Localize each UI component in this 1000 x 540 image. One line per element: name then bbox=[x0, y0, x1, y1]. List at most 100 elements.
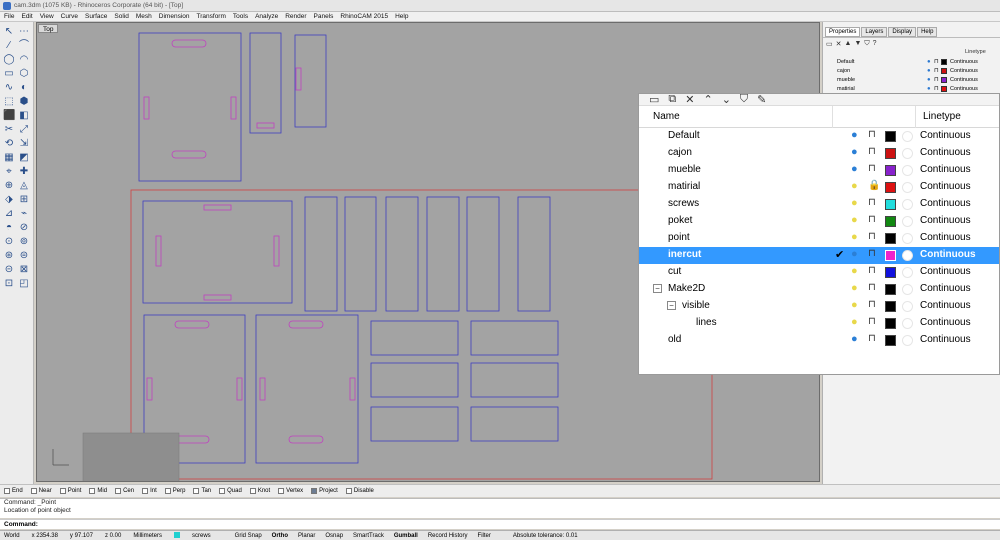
status-toggle-gumball[interactable]: Gumball bbox=[394, 533, 418, 539]
checkbox-icon[interactable] bbox=[345, 488, 352, 494]
material-circle-icon[interactable] bbox=[902, 301, 913, 312]
layer-row-default[interactable]: Default ● ⊓ Continuous bbox=[639, 128, 999, 145]
panel-outline[interactable] bbox=[370, 320, 459, 356]
color-swatch[interactable] bbox=[885, 182, 896, 193]
material-circle-icon[interactable] bbox=[902, 131, 913, 142]
tool-icon[interactable]: ⊞ bbox=[18, 194, 30, 206]
mini-layer-row[interactable]: matirial ● ⊓ Continuous bbox=[823, 84, 1000, 93]
slot-outline[interactable] bbox=[143, 96, 150, 120]
panel-outline[interactable] bbox=[138, 32, 242, 182]
unlock-icon[interactable]: ⊓ bbox=[868, 146, 876, 157]
tool-icon[interactable]: ✚ bbox=[18, 166, 30, 178]
unlock-icon[interactable]: ⊓ bbox=[868, 248, 876, 259]
color-swatch[interactable] bbox=[941, 58, 947, 65]
move-up-icon[interactable]: ⌃ bbox=[703, 94, 712, 106]
status-toggle-smarttrack[interactable]: SmartTrack bbox=[353, 533, 384, 539]
material-circle-icon[interactable] bbox=[902, 148, 913, 159]
tool-icon[interactable]: ◩ bbox=[18, 152, 30, 164]
menu-item[interactable]: Surface bbox=[85, 13, 107, 20]
unlock-icon[interactable]: ⊓ bbox=[934, 85, 941, 92]
color-swatch[interactable] bbox=[885, 301, 896, 312]
tool-icon[interactable]: ⊙ bbox=[3, 236, 15, 248]
osnap-vertex[interactable]: Vertex bbox=[278, 488, 303, 494]
layer-row-matirial[interactable]: matirial ● 🔒 Continuous bbox=[639, 179, 999, 196]
layer-linetype[interactable]: Continuous bbox=[920, 283, 971, 294]
new-layer-icon[interactable]: ▭ bbox=[649, 94, 659, 106]
collapse-toggle-icon[interactable]: − bbox=[667, 301, 676, 310]
osnap-int[interactable]: Int bbox=[142, 488, 157, 494]
material-circle-icon[interactable] bbox=[902, 318, 913, 329]
slot-outline[interactable] bbox=[236, 377, 243, 401]
panel-outline[interactable] bbox=[142, 200, 293, 304]
slot-outline[interactable] bbox=[146, 377, 153, 401]
tool-icon[interactable]: ⟲ bbox=[3, 138, 15, 150]
layer-row-mueble[interactable]: mueble ● ⊓ Continuous bbox=[639, 162, 999, 179]
color-swatch[interactable] bbox=[885, 284, 896, 295]
panel-tab-display[interactable]: Display bbox=[888, 26, 917, 37]
slot-outline[interactable] bbox=[230, 96, 237, 120]
tools-icon[interactable]: ✎ bbox=[757, 94, 766, 106]
unlock-icon[interactable]: ⊓ bbox=[868, 282, 876, 293]
osnap-project[interactable]: Project bbox=[311, 488, 338, 494]
tool-icon[interactable]: ⌒ bbox=[18, 40, 30, 52]
mini-layer-row[interactable]: Default ● ⊓ Continuous bbox=[823, 57, 1000, 66]
tool-icon[interactable]: ⬢ bbox=[18, 96, 30, 108]
osnap-disable[interactable]: Disable bbox=[345, 488, 374, 494]
tool-icon[interactable]: ✂ bbox=[3, 124, 15, 136]
checkbox-icon[interactable] bbox=[115, 488, 122, 494]
color-swatch[interactable] bbox=[941, 85, 947, 92]
slot-outline[interactable] bbox=[273, 235, 280, 267]
color-swatch[interactable] bbox=[885, 250, 896, 261]
material-circle-icon[interactable] bbox=[902, 233, 913, 244]
tool-icon[interactable]: ⊜ bbox=[18, 250, 30, 262]
menu-item[interactable]: Panels bbox=[314, 13, 334, 20]
menu-item[interactable]: View bbox=[40, 13, 54, 20]
unlock-icon[interactable]: ⊓ bbox=[934, 58, 941, 65]
light-bulb-icon[interactable]: ● bbox=[851, 282, 858, 294]
slot-outline[interactable] bbox=[203, 294, 232, 301]
checkbox-icon[interactable] bbox=[59, 488, 66, 494]
cplane-label[interactable]: World bbox=[4, 533, 20, 539]
material-circle-icon[interactable] bbox=[902, 199, 913, 210]
osnap-end[interactable]: End bbox=[4, 488, 23, 494]
tool-icon[interactable]: ∿ bbox=[3, 82, 15, 94]
menu-item[interactable]: Tools bbox=[233, 13, 248, 20]
status-toggle-filter[interactable]: Filter bbox=[478, 533, 491, 539]
light-bulb-icon[interactable]: ● bbox=[851, 299, 858, 311]
light-bulb-icon[interactable]: ● bbox=[851, 197, 858, 209]
tool-icon[interactable]: ⋯ bbox=[18, 26, 30, 38]
material-circle-icon[interactable] bbox=[902, 165, 913, 176]
layer-row-point[interactable]: point ● ⊓ Continuous bbox=[639, 230, 999, 247]
osnap-quad[interactable]: Quad bbox=[219, 488, 242, 494]
layer-linetype[interactable]: Continuous bbox=[920, 164, 971, 175]
material-circle-icon[interactable] bbox=[902, 267, 913, 278]
slot-outline[interactable] bbox=[256, 122, 275, 129]
panel-outline[interactable] bbox=[517, 196, 551, 312]
checkbox-icon[interactable] bbox=[142, 488, 149, 494]
checkbox-icon[interactable] bbox=[30, 488, 37, 494]
tool-icon[interactable]: ⊡ bbox=[3, 278, 15, 290]
filter-icon[interactable]: ⛉ bbox=[864, 40, 869, 48]
collapse-toggle-icon[interactable]: − bbox=[653, 284, 662, 293]
panel-outline[interactable] bbox=[370, 406, 459, 442]
menu-item[interactable]: File bbox=[4, 13, 14, 20]
panel-outline[interactable] bbox=[370, 362, 459, 398]
material-circle-icon[interactable] bbox=[902, 284, 913, 295]
osnap-cen[interactable]: Cen bbox=[115, 488, 134, 494]
osnap-perp[interactable]: Perp bbox=[164, 488, 185, 494]
unlock-icon[interactable]: ⊓ bbox=[868, 129, 876, 140]
panel-tab-layers[interactable]: Layers bbox=[861, 26, 888, 37]
panel-tab-help[interactable]: Help bbox=[917, 26, 938, 37]
panel-outline[interactable] bbox=[249, 32, 282, 134]
color-swatch[interactable] bbox=[885, 165, 896, 176]
menu-item[interactable]: RhinoCAM 2015 bbox=[340, 13, 388, 20]
panel-outline[interactable] bbox=[426, 196, 460, 312]
slot-outline[interactable] bbox=[174, 320, 210, 329]
bulb-icon[interactable]: ● bbox=[927, 68, 934, 74]
layer-linetype[interactable]: Continuous bbox=[920, 317, 971, 328]
command-prompt[interactable]: Command: bbox=[0, 519, 1000, 529]
move-down-icon[interactable]: ▼ bbox=[854, 40, 861, 47]
tool-icon[interactable]: ◧ bbox=[18, 110, 30, 122]
new-sublayer-icon[interactable]: ⧉ bbox=[668, 94, 676, 106]
new-layer-icon[interactable]: ▭ bbox=[826, 40, 833, 48]
